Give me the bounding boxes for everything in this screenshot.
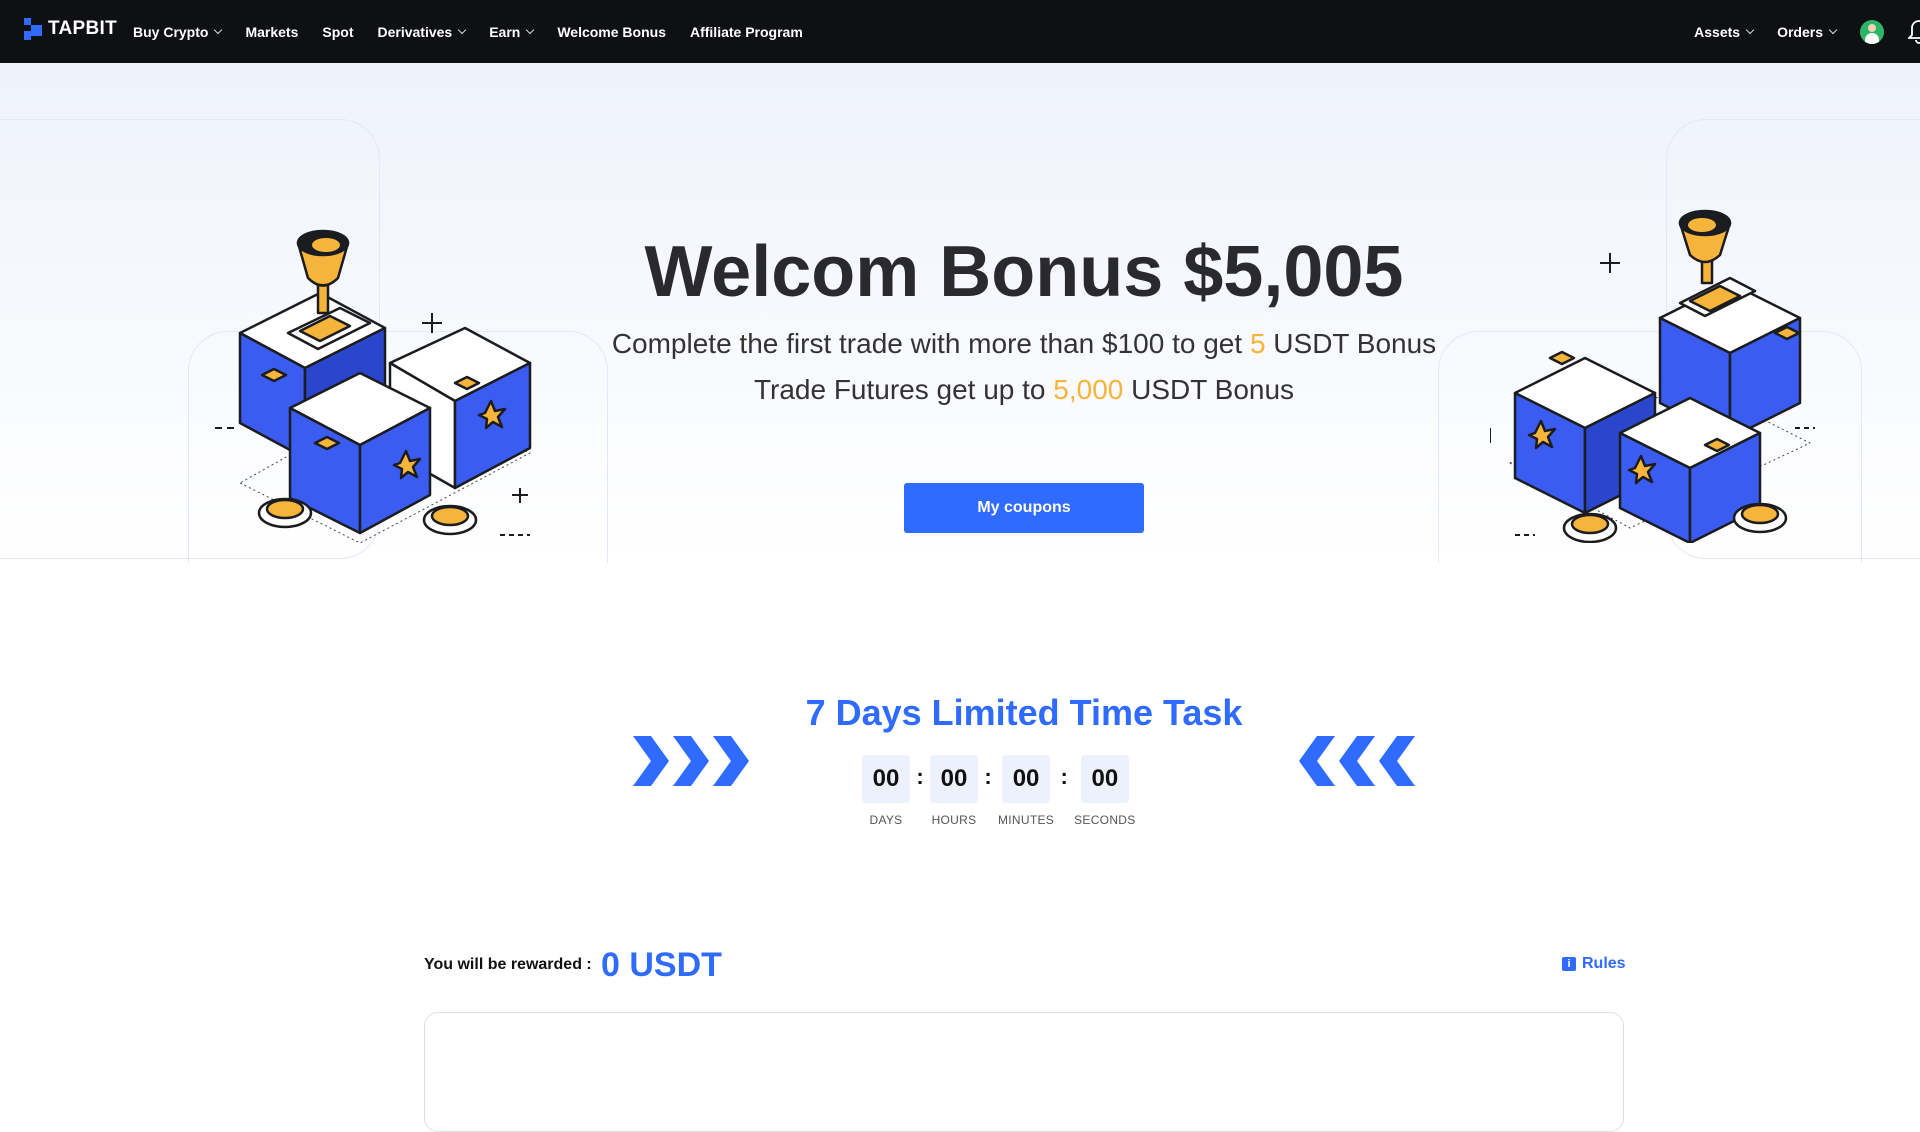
chevron-down-icon xyxy=(1745,25,1755,34)
text-segment: USDT Bonus xyxy=(1265,328,1437,359)
nav-label: Markets xyxy=(245,23,299,40)
task-title: 7 Days Limited Time Task xyxy=(805,692,1243,733)
text-segment: USDT Bonus xyxy=(1123,374,1295,405)
countdown-separator: : xyxy=(984,764,992,789)
info-icon: i xyxy=(1562,957,1576,971)
countdown-timer: 00 DAYS : 00 HOURS : 00 MINUTES : 00 SEC… xyxy=(862,755,1136,827)
tapbit-logo[interactable]: TAPBIT xyxy=(24,18,117,40)
hero-subtitle-line-1: Complete the first trade with more than … xyxy=(0,328,1920,360)
nav-buy-crypto[interactable]: Buy Crypto xyxy=(133,23,223,40)
chevron-down-icon xyxy=(526,25,535,34)
rules-label: Rules xyxy=(1582,955,1626,972)
brand-name: TAPBIT xyxy=(48,18,117,39)
text-segment: Complete the first trade with more than … xyxy=(611,328,1250,359)
countdown-seconds: 00 SECONDS xyxy=(1074,755,1135,827)
rules-link[interactable]: i Rules xyxy=(1562,955,1626,973)
nav-label: Derivatives xyxy=(377,23,453,40)
reward-value: 0 USDT xyxy=(601,946,722,984)
nav-assets[interactable]: Assets xyxy=(1694,23,1755,40)
top-navbar: TAPBIT Buy Crypto Markets Spot Derivativ… xyxy=(0,0,1920,63)
chevron-down-icon xyxy=(1828,25,1838,34)
main-menu: Buy Crypto Markets Spot Derivatives Earn… xyxy=(133,0,803,63)
countdown-days: 00 DAYS xyxy=(862,755,910,827)
nav-label: Earn xyxy=(489,23,521,40)
chevron-down-icon xyxy=(457,25,467,34)
chevrons-left-icon xyxy=(1299,736,1415,786)
nav-label: Buy Crypto xyxy=(133,23,209,40)
bonus-amount: 5,000 xyxy=(1053,374,1124,405)
nav-right-group: Assets Orders xyxy=(1694,0,1920,63)
countdown-separator: : xyxy=(916,764,924,789)
nav-derivatives[interactable]: Derivatives xyxy=(377,23,467,40)
hero-subtitle-line-2: Trade Futures get up to 5,000 USDT Bonus xyxy=(0,374,1920,406)
chevron-down-icon xyxy=(214,25,223,34)
nav-orders[interactable]: Orders xyxy=(1777,23,1838,40)
my-coupons-button[interactable]: My coupons xyxy=(904,483,1144,533)
task-card xyxy=(424,1012,1624,1132)
countdown-label: DAYS xyxy=(869,813,903,827)
countdown-value: 00 xyxy=(930,755,978,803)
user-avatar[interactable] xyxy=(1860,19,1884,44)
reward-label: You will be rewarded : xyxy=(424,956,592,973)
countdown-hours: 00 HOURS xyxy=(930,755,978,827)
countdown-label: MINUTES xyxy=(998,813,1055,827)
countdown-separator: : xyxy=(1060,764,1068,789)
nav-label: Affiliate Program xyxy=(689,23,803,40)
nav-affiliate-program[interactable]: Affiliate Program xyxy=(690,24,803,40)
countdown-value: 00 xyxy=(1080,755,1129,803)
nav-label: Orders xyxy=(1777,23,1823,40)
nav-label: Spot xyxy=(322,23,354,40)
countdown-label: HOURS xyxy=(931,813,977,827)
nav-label: Welcome Bonus xyxy=(557,23,666,40)
hero-title: Welcom Bonus $5,005 xyxy=(644,232,1404,312)
nav-earn[interactable]: Earn xyxy=(489,23,535,40)
bonus-amount: 5 xyxy=(1249,328,1266,359)
hero-banner: Welcom Bonus $5,005 Complete the first t… xyxy=(0,63,1920,563)
countdown-value: 00 xyxy=(862,755,910,803)
chevrons-right-icon xyxy=(633,736,749,786)
nav-welcome-bonus[interactable]: Welcome Bonus xyxy=(557,24,666,40)
countdown-value: 00 xyxy=(1002,755,1051,803)
nav-label: Assets xyxy=(1694,23,1741,40)
nav-markets[interactable]: Markets xyxy=(245,24,298,40)
bell-icon[interactable] xyxy=(1906,17,1920,47)
countdown-label: SECONDS xyxy=(1074,813,1136,827)
logo-mark-icon xyxy=(24,18,42,40)
countdown-minutes: 00 MINUTES xyxy=(998,755,1054,827)
text-segment: Trade Futures get up to xyxy=(753,374,1054,405)
nav-spot[interactable]: Spot xyxy=(322,24,353,40)
